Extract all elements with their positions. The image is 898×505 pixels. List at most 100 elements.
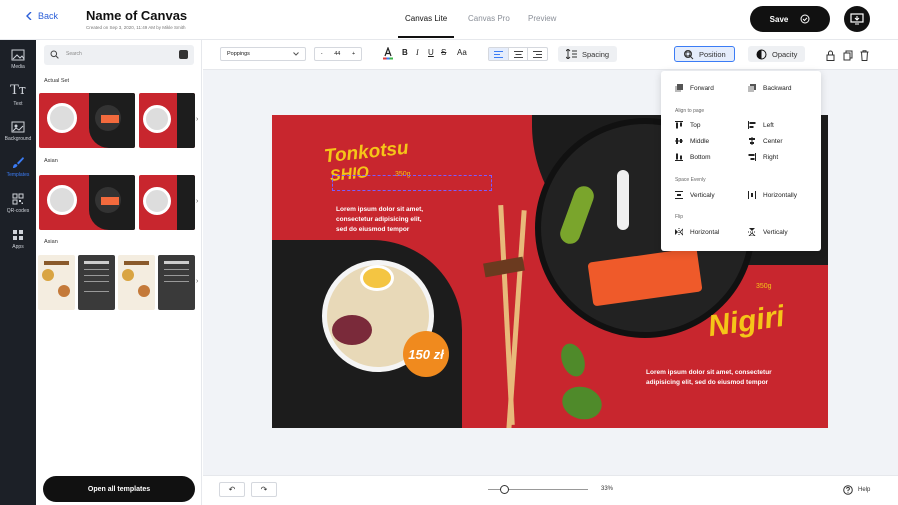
flip-horizontal-icon bbox=[675, 228, 683, 236]
qr-icon bbox=[12, 193, 24, 204]
redo-button[interactable]: ↷ bbox=[251, 482, 277, 497]
template-thumb[interactable] bbox=[39, 93, 135, 148]
spacing-button[interactable]: Spacing bbox=[558, 46, 618, 62]
strikethrough-button[interactable]: S bbox=[441, 48, 446, 57]
template-thumb[interactable] bbox=[78, 255, 115, 310]
tab-canvas-lite[interactable]: Canvas Lite bbox=[405, 14, 447, 23]
sauce-dots bbox=[617, 170, 629, 230]
space-horizontally-option[interactable]: Horizontally bbox=[748, 191, 797, 199]
top-label: Top bbox=[690, 121, 701, 129]
template-thumb[interactable] bbox=[139, 93, 195, 148]
open-all-templates-button[interactable]: Open all templates bbox=[43, 476, 195, 502]
rail-label-qr: QR-codes bbox=[6, 207, 30, 214]
price-badge[interactable]: 150 zł bbox=[403, 331, 449, 377]
beet bbox=[332, 315, 372, 345]
rail-item-background[interactable]: Background bbox=[0, 112, 36, 150]
help-icon bbox=[843, 485, 853, 495]
body2-line2: adipisicing elit, sed do eiusmod tempor bbox=[646, 379, 769, 386]
chevron-right-icon[interactable]: › bbox=[196, 116, 198, 123]
back-button[interactable]: Back bbox=[26, 11, 58, 21]
delete-button[interactable] bbox=[860, 48, 869, 66]
keyboard-icon[interactable] bbox=[179, 50, 188, 59]
rail-item-qr[interactable]: QR-codes bbox=[0, 184, 36, 222]
text-color-icon bbox=[383, 46, 393, 60]
font-family-select[interactable]: Poppings bbox=[220, 47, 306, 61]
right-label: Right bbox=[763, 153, 779, 161]
rail-item-templates[interactable]: Templates bbox=[0, 148, 36, 186]
distribute-horizontal-icon bbox=[748, 191, 756, 199]
rail-item-text[interactable]: Tт Text bbox=[0, 76, 36, 114]
space-heading: Space Evenly bbox=[675, 177, 706, 183]
save-button[interactable]: Save bbox=[750, 6, 830, 32]
rail-label-media: Media bbox=[11, 63, 25, 70]
monitor-icon bbox=[850, 13, 864, 25]
tab-canvas-pro[interactable]: Canvas Pro bbox=[468, 14, 510, 23]
lock-button[interactable] bbox=[826, 48, 835, 66]
bold-button[interactable]: B bbox=[402, 48, 408, 57]
italic-button[interactable]: I bbox=[416, 48, 419, 57]
font-size-stepper[interactable]: - 44 + bbox=[314, 47, 362, 61]
egg bbox=[360, 265, 394, 291]
chevron-right-icon[interactable]: › bbox=[196, 198, 198, 205]
canvas-body-1[interactable]: Lorem ipsum dolor sit amet, consectetur … bbox=[336, 205, 423, 235]
rail-item-apps[interactable]: Apps bbox=[0, 220, 36, 258]
template-thumb[interactable] bbox=[118, 255, 155, 310]
trash-icon bbox=[860, 50, 869, 61]
font-size-increase[interactable]: + bbox=[352, 51, 355, 57]
apps-icon bbox=[13, 229, 23, 240]
align-center-button[interactable] bbox=[509, 48, 529, 60]
tab-preview[interactable]: Preview bbox=[528, 14, 556, 23]
brush-icon bbox=[13, 157, 24, 168]
align-right-option[interactable]: Right bbox=[748, 153, 778, 161]
position-button[interactable]: Position bbox=[674, 46, 735, 62]
template-thumb[interactable] bbox=[139, 175, 195, 230]
align-left-button[interactable] bbox=[489, 48, 509, 60]
font-size-value[interactable]: 44 bbox=[334, 51, 340, 57]
text-color-button[interactable] bbox=[382, 46, 394, 65]
align-right-button[interactable] bbox=[528, 48, 547, 60]
template-thumb[interactable] bbox=[39, 175, 135, 230]
zoom-slider-handle[interactable] bbox=[499, 485, 509, 494]
canvas-body-2[interactable]: Lorem ipsum dolor sit amet, consectetur … bbox=[646, 368, 772, 388]
align-bottom-option[interactable]: Bottom bbox=[675, 153, 711, 161]
align-middle-option[interactable]: Middle bbox=[675, 137, 709, 145]
align-center-option[interactable]: Center bbox=[748, 137, 783, 145]
body1-line1: Lorem ipsum dolor sit amet, bbox=[336, 206, 424, 213]
forward-option[interactable]: Forward bbox=[675, 84, 714, 92]
rail-item-media[interactable]: Media bbox=[0, 40, 36, 78]
bottom-label: Bottom bbox=[690, 153, 711, 161]
chevron-left-icon bbox=[26, 12, 32, 20]
text-case-button[interactable]: Aa bbox=[457, 48, 467, 57]
underline-button[interactable]: U bbox=[428, 48, 434, 57]
leaf bbox=[556, 340, 590, 380]
opacity-button[interactable]: Opacity bbox=[748, 46, 806, 62]
image-icon bbox=[11, 49, 25, 60]
present-button[interactable] bbox=[844, 6, 870, 32]
align-center-icon bbox=[749, 137, 755, 145]
rail-label-apps: Apps bbox=[12, 243, 24, 250]
chevron-right-icon[interactable]: › bbox=[196, 278, 198, 285]
backward-option[interactable]: Backward bbox=[748, 84, 792, 92]
align-top-icon bbox=[675, 121, 683, 129]
help-button[interactable]: Help bbox=[843, 485, 870, 495]
space-vertically-option[interactable]: Verticaly bbox=[675, 191, 715, 199]
flip-horizontal-option[interactable]: Horizontal bbox=[675, 228, 719, 236]
duplicate-button[interactable] bbox=[843, 48, 853, 66]
search-input[interactable]: Search bbox=[44, 45, 194, 65]
font-family-value: Poppings bbox=[227, 51, 250, 57]
canvas-weight-2[interactable]: 350g bbox=[756, 283, 772, 290]
template-thumb[interactable] bbox=[158, 255, 195, 310]
check-circle-icon bbox=[800, 14, 810, 24]
forward-label: Forward bbox=[690, 84, 714, 92]
align-top-option[interactable]: Top bbox=[675, 121, 700, 129]
section-label-actual-set: Actual Set bbox=[44, 78, 70, 84]
undo-button[interactable]: ↶ bbox=[219, 482, 245, 497]
font-size-decrease[interactable]: - bbox=[321, 51, 323, 57]
selection-box[interactable] bbox=[332, 175, 492, 191]
rail-label-templates: Templates bbox=[6, 172, 30, 178]
space-vertically-label: Verticaly bbox=[690, 191, 715, 199]
flip-vertical-option[interactable]: Verticaly bbox=[748, 228, 788, 236]
template-thumb[interactable] bbox=[38, 255, 75, 310]
align-bottom-icon bbox=[675, 153, 683, 161]
align-left-option[interactable]: Left bbox=[748, 121, 774, 129]
